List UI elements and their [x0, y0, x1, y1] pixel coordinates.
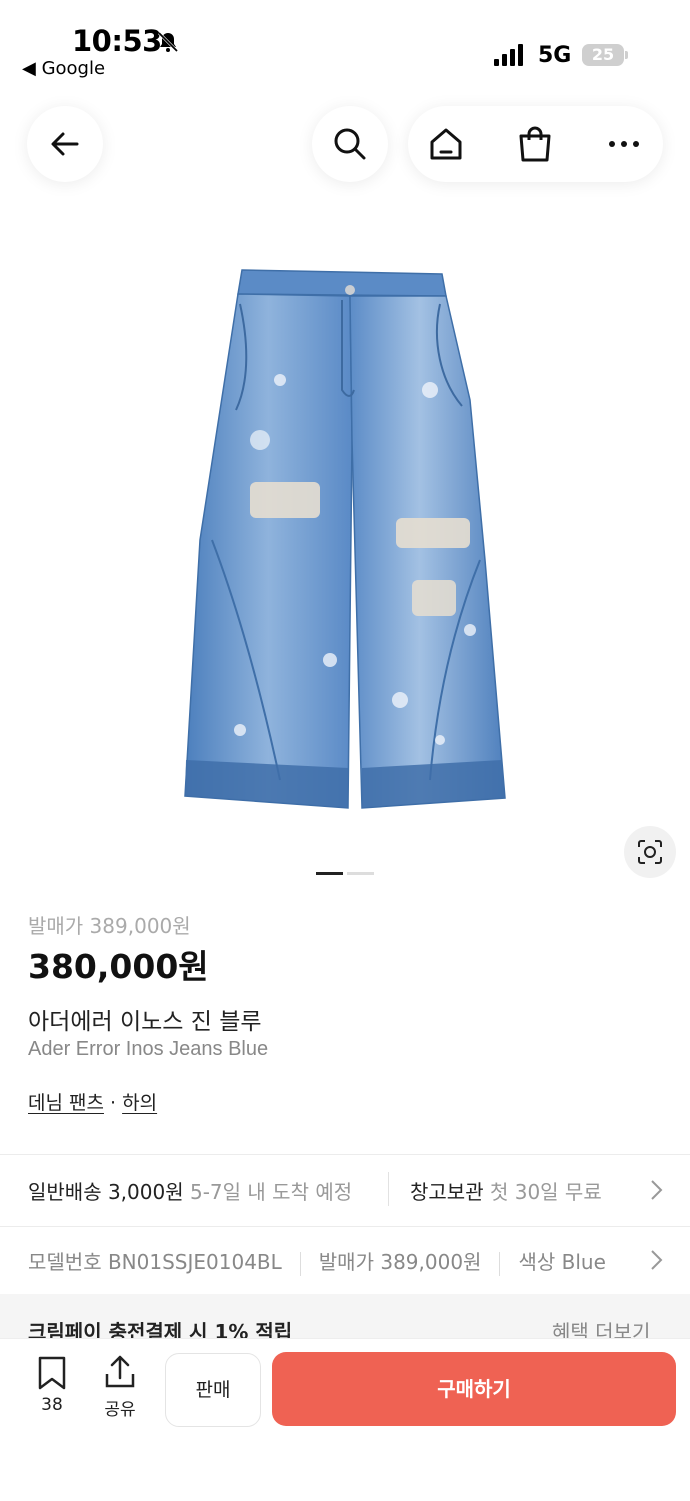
share-label: 공유	[104, 1400, 136, 1420]
category-link-bottoms[interactable]: 하의	[122, 1092, 157, 1114]
back-button[interactable]	[27, 106, 103, 182]
category-separator: ·	[110, 1092, 117, 1114]
divider	[0, 1226, 690, 1227]
divider	[0, 1154, 690, 1155]
model-number: 모델번호 BN01SSJE0104BL	[28, 1250, 282, 1274]
more-icon[interactable]	[604, 124, 644, 164]
bookmark-icon[interactable]	[36, 1356, 68, 1390]
network-type: 5G	[538, 43, 572, 68]
current-price: 380,000원	[28, 947, 209, 986]
product-info-row[interactable]: 모델번호 BN01SSJE0104BL 발매가 389,000원 색상 Blue	[28, 1246, 628, 1276]
chevron-right-icon[interactable]	[646, 1248, 666, 1272]
color-info: 색상 Blue	[518, 1250, 606, 1274]
gallery-dot-active	[316, 872, 343, 875]
product-image[interactable]	[140, 260, 550, 830]
share-icon[interactable]	[104, 1354, 136, 1390]
signal-icon	[494, 44, 523, 66]
search-icon	[334, 128, 366, 160]
storage-option[interactable]: 창고보관 첫 30일 무료	[410, 1176, 602, 1205]
product-name-en: Ader Error Inos Jeans Blue	[28, 1038, 269, 1060]
shopping-bag-icon[interactable]	[515, 124, 555, 164]
storage-label: 창고보관	[410, 1180, 484, 1204]
back-to-app-link[interactable]: ◀ Google	[22, 58, 105, 79]
bell-mute-icon	[157, 31, 179, 53]
gallery-dot	[347, 872, 374, 875]
home-icon[interactable]	[426, 124, 466, 164]
shipping-separator	[388, 1172, 389, 1206]
category-link-denim[interactable]: 데님 팬츠	[28, 1092, 104, 1114]
buy-button[interactable]: 구매하기	[272, 1352, 676, 1426]
shipping-eta: 5-7일 내 도착 예정	[189, 1180, 353, 1204]
search-button[interactable]	[312, 106, 388, 182]
storage-note: 첫 30일 무료	[489, 1180, 602, 1204]
back-arrow-icon	[51, 132, 79, 156]
category-breadcrumb: 데님 팬츠 · 하의	[28, 1088, 157, 1115]
image-search-button[interactable]	[624, 826, 676, 878]
info-release-price: 발매가 389,000원	[318, 1250, 482, 1274]
product-name-ko: 아더에러 이노스 진 블루	[28, 1009, 262, 1035]
battery-tip	[625, 51, 628, 59]
shipping-label: 일반배송 3,000원	[28, 1180, 184, 1204]
shipping-option[interactable]: 일반배송 3,000원 5-7일 내 도착 예정	[28, 1176, 352, 1205]
status-time: 10:53	[72, 24, 162, 58]
lens-icon	[638, 840, 662, 864]
bookmark-count: 38	[41, 1395, 63, 1415]
chevron-right-icon[interactable]	[646, 1178, 666, 1202]
sell-button[interactable]: 판매	[165, 1353, 261, 1427]
battery-icon: 25	[582, 44, 624, 66]
nav-action-group	[408, 106, 663, 182]
release-price: 발매가 389,000원	[28, 914, 191, 938]
